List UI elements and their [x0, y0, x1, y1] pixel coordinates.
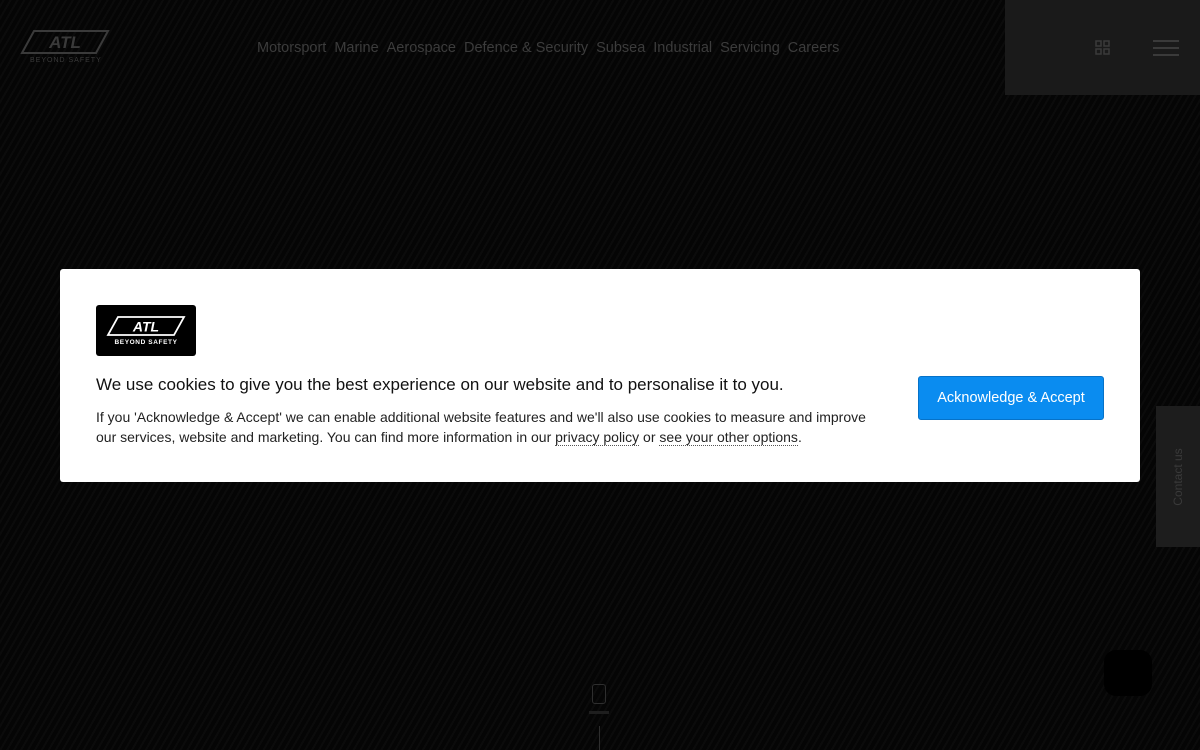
- nav-item-defence-security[interactable]: Defence & Security: [464, 40, 588, 56]
- cookie-banner-logo: ATL BEYOND SAFETY: [96, 305, 196, 356]
- scroll-mouse-icon: [592, 684, 606, 704]
- scroll-label-placeholder: [589, 711, 609, 714]
- cookie-body-suffix: .: [797, 429, 802, 445]
- other-options-link[interactable]: see your other options: [659, 429, 798, 446]
- cookie-banner: ATL BEYOND SAFETY We use cookies to give…: [60, 269, 1140, 482]
- site-logo[interactable]: ATL BEYOND SAFETY: [20, 29, 112, 67]
- nav-item-marine[interactable]: Marine: [334, 40, 378, 56]
- nav-item-servicing[interactable]: Servicing: [720, 40, 780, 56]
- nav-item-motorsport[interactable]: Motorsport: [257, 40, 326, 56]
- chat-bubble-button[interactable]: [1104, 650, 1152, 696]
- cookie-title: We use cookies to give you the best expe…: [96, 375, 784, 394]
- cookie-logo-tagline: BEYOND SAFETY: [114, 339, 178, 346]
- cookie-body-middle: or: [639, 429, 660, 445]
- grid-icon[interactable]: [1095, 40, 1111, 56]
- nav-item-aerospace[interactable]: Aerospace: [387, 40, 456, 56]
- hamburger-menu-icon[interactable]: [1153, 40, 1179, 58]
- svg-text:ATL: ATL: [48, 33, 81, 52]
- acknowledge-accept-button[interactable]: Acknowledge & Accept: [918, 376, 1104, 420]
- cookie-body: If you 'Acknowledge & Accept' we can ena…: [96, 407, 886, 447]
- svg-text:ATL: ATL: [132, 319, 159, 335]
- page: ATL BEYOND SAFETY Motorsport Marine Aero…: [0, 0, 1200, 750]
- scroll-line: [599, 726, 600, 750]
- nav-item-subsea[interactable]: Subsea: [596, 40, 645, 56]
- logo-tagline: BEYOND SAFETY: [30, 57, 102, 64]
- contact-side-tab-label: Contact us: [1171, 447, 1185, 506]
- nav-item-industrial[interactable]: Industrial: [653, 40, 712, 56]
- nav-item-careers[interactable]: Careers: [788, 40, 840, 56]
- atl-logo-icon: ATL: [20, 30, 110, 54]
- privacy-policy-link[interactable]: privacy policy: [555, 429, 640, 446]
- main-nav: Motorsport Marine Aerospace Defence & Se…: [257, 40, 839, 56]
- atl-logo-icon: ATL: [106, 316, 186, 336]
- contact-side-tab[interactable]: Contact us: [1156, 406, 1200, 547]
